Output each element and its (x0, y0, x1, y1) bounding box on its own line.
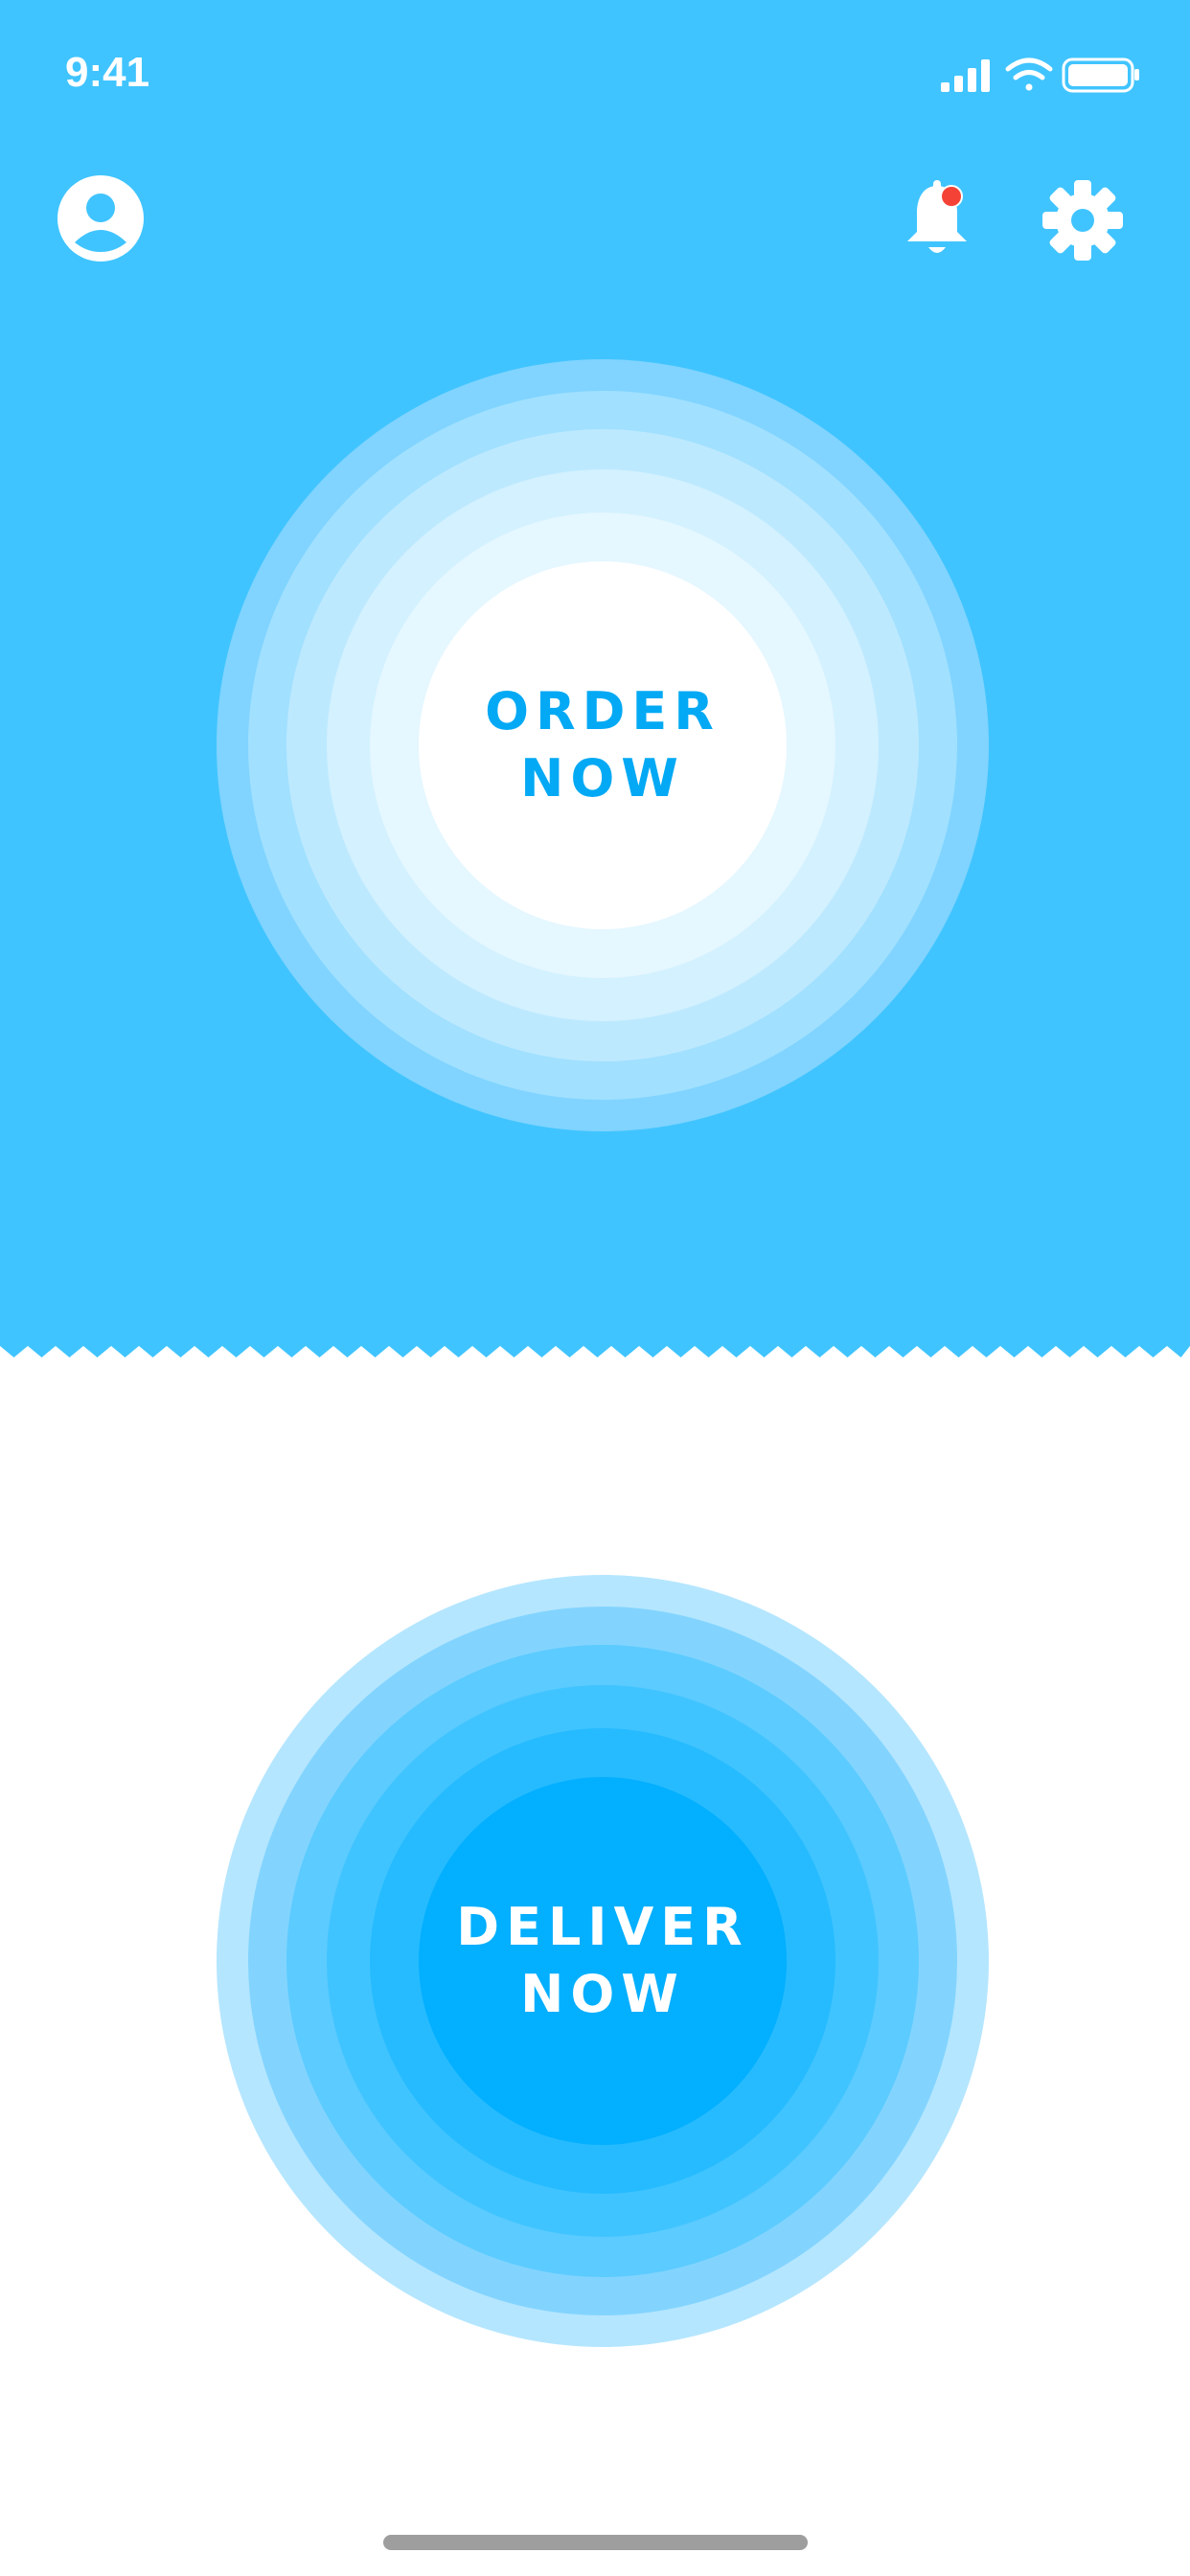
battery-icon (1062, 57, 1139, 93)
bell-icon[interactable] (904, 180, 971, 261)
status-time: 9:41 (65, 49, 150, 96)
wifi-icon (1005, 57, 1053, 91)
order-now-label: ORDER NOW (485, 681, 721, 809)
gear-icon[interactable] (1042, 180, 1123, 261)
profile-icon[interactable] (57, 175, 144, 262)
deliver-now-button[interactable]: DELIVER NOW (419, 1777, 787, 2145)
home-indicator[interactable] (383, 2535, 808, 2550)
deliver-now-label: DELIVER NOW (456, 1897, 749, 2024)
zigzag-divider (0, 1346, 1190, 1365)
notification-dot (940, 185, 963, 208)
signal-icon (941, 59, 990, 92)
status-icons (941, 57, 1139, 93)
order-now-button[interactable]: ORDER NOW (419, 561, 787, 929)
